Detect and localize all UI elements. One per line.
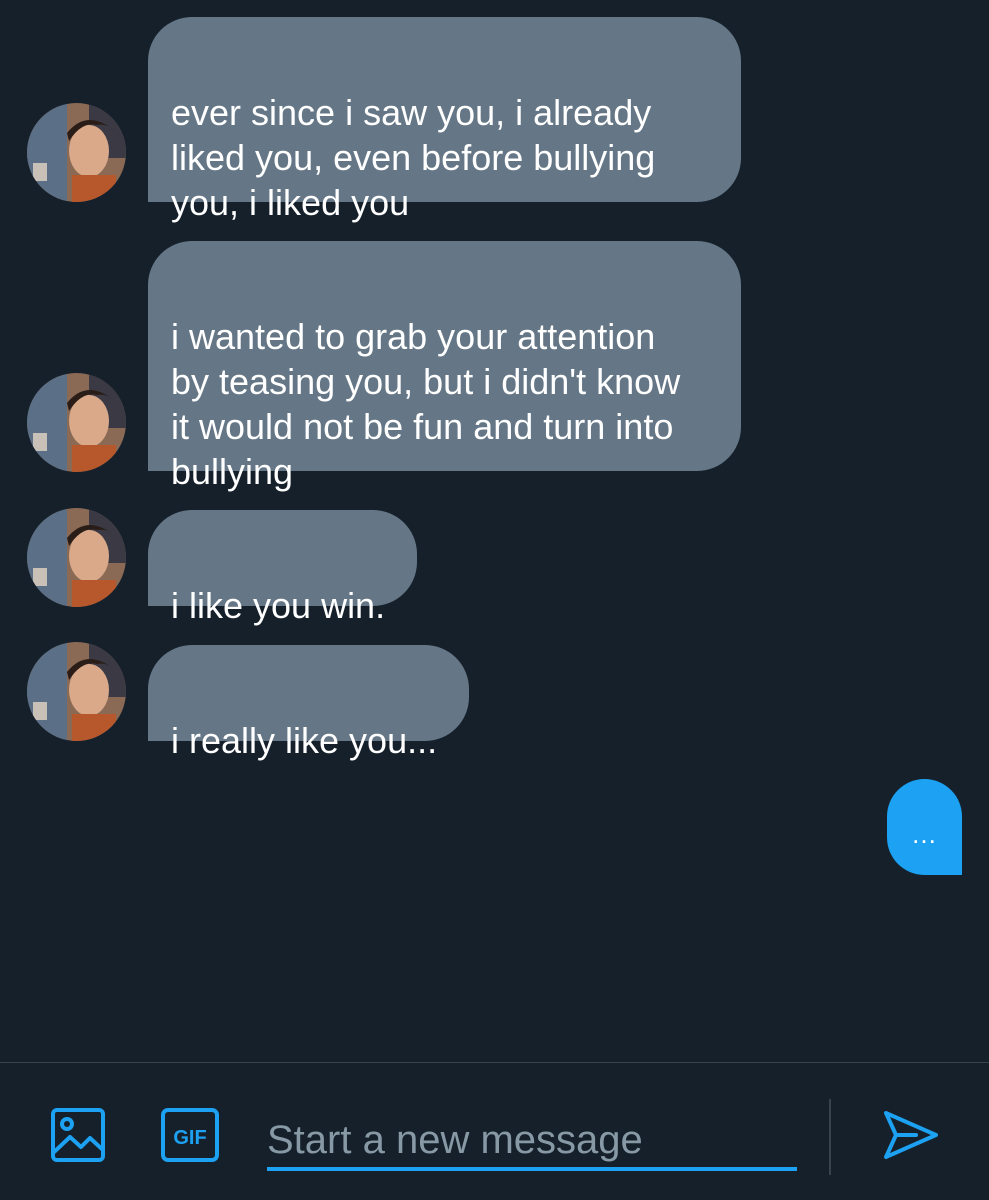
message-text: i wanted to grab your attention by teasi… — [171, 316, 681, 492]
avatar[interactable] — [27, 103, 126, 202]
message-input[interactable] — [267, 1113, 797, 1171]
message-text: i really like you... — [171, 720, 438, 761]
gif-icon[interactable]: GIF — [160, 1107, 220, 1168]
message-composer: GIF — [0, 1062, 989, 1200]
gif-label: GIF — [173, 1127, 206, 1149]
composer-divider — [829, 1099, 831, 1175]
message-text: ever since i saw you, i already liked yo… — [171, 92, 656, 223]
message-bubble[interactable]: i wanted to grab your attention by teasi… — [148, 241, 741, 492]
typing-dots: ... — [912, 819, 937, 849]
message-bubble[interactable]: i really like you... — [148, 645, 469, 761]
image-icon[interactable] — [50, 1107, 106, 1168]
typing-indicator: ... — [887, 779, 962, 875]
avatar[interactable] — [27, 373, 126, 472]
avatar-photo — [27, 103, 126, 202]
avatar-photo — [27, 508, 126, 607]
avatar[interactable] — [27, 508, 126, 607]
send-icon[interactable] — [882, 1107, 940, 1168]
avatar-photo — [27, 373, 126, 472]
avatar-photo — [27, 642, 126, 741]
message-text: i like you win. — [171, 585, 386, 626]
avatar[interactable] — [27, 642, 126, 741]
dm-conversation-screen: ever since i saw you, i already liked yo… — [0, 0, 989, 1200]
message-bubble[interactable]: ever since i saw you, i already liked yo… — [148, 17, 741, 223]
message-bubble[interactable]: i like you win. — [148, 510, 417, 626]
